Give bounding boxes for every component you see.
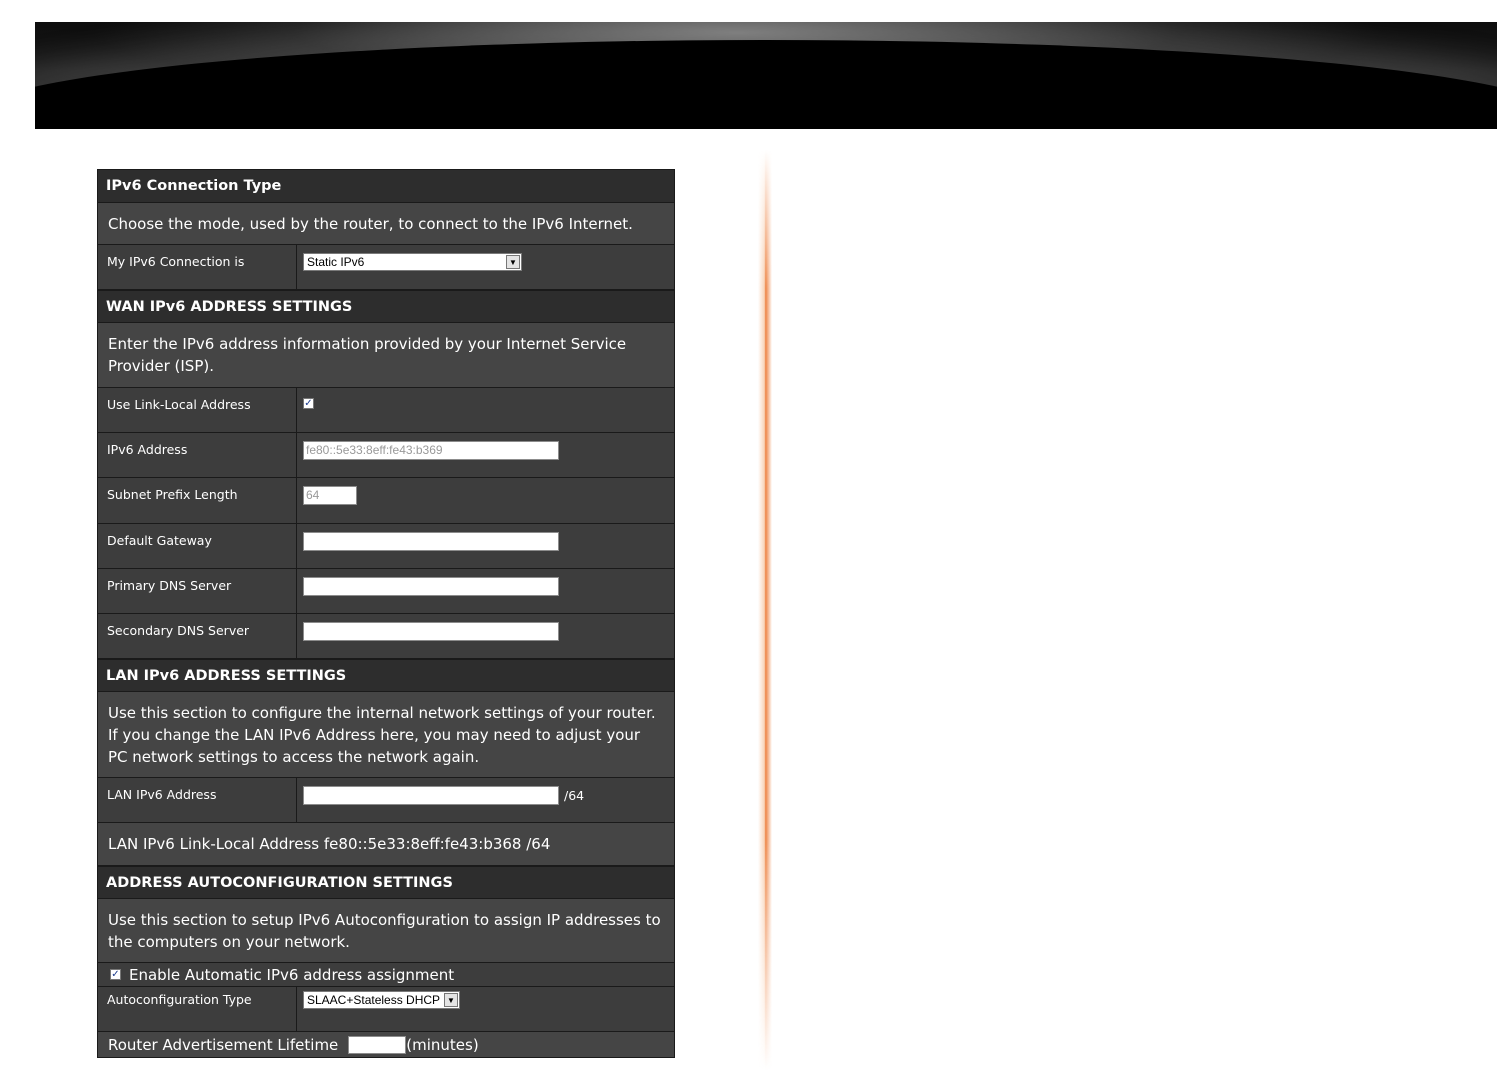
autoconfig-description: Use this section to setup IPv6 Autoconfi…: [98, 899, 674, 963]
enable-autoconfig-checkbox[interactable]: ✓: [110, 969, 121, 980]
router-advertisement-lifetime-row: Router Advertisement Lifetime (minutes): [98, 1032, 674, 1057]
connection-type-selected: Static IPv6: [307, 255, 365, 269]
primary-dns-row: Primary DNS Server: [98, 569, 674, 614]
section-header-autoconfig: ADDRESS AUTOCONFIGURATION SETTINGS: [98, 866, 674, 899]
ipv6-address-input[interactable]: fe80::5e33:8eff:fe43:b369: [303, 441, 559, 460]
checkmark-icon: ✓: [111, 968, 120, 980]
lan-ipv6-address-row: LAN IPv6 Address /64: [98, 778, 674, 823]
use-link-local-row: Use Link-Local Address ✓: [98, 388, 674, 433]
section-header-connection-type: IPv6 Connection Type: [98, 170, 674, 203]
orange-divider: [758, 150, 772, 1070]
enable-autoconfig-row: ✓ Enable Automatic IPv6 address assignme…: [98, 963, 674, 987]
autoconfig-type-value-cell: SLAAC+Stateless DHCP ▼: [297, 987, 674, 1031]
section-header-lan: LAN IPv6 ADDRESS SETTINGS: [98, 659, 674, 692]
chevron-down-icon[interactable]: ▼: [506, 255, 520, 269]
connection-type-label: My IPv6 Connection is: [98, 245, 297, 289]
lan-ipv6-address-value-cell: /64: [297, 778, 674, 822]
lan-description: Use this section to configure the intern…: [98, 692, 674, 778]
connection-type-row: My IPv6 Connection is Static IPv6 ▼: [98, 245, 674, 290]
header-banner: [35, 22, 1497, 129]
subnet-prefix-row: Subnet Prefix Length 64: [98, 478, 674, 524]
lan-ipv6-address-label: LAN IPv6 Address: [98, 778, 297, 822]
connection-type-select[interactable]: Static IPv6 ▼: [303, 253, 522, 271]
lifetime-input[interactable]: [348, 1035, 407, 1054]
default-gateway-row: Default Gateway: [98, 524, 674, 569]
secondary-dns-label: Secondary DNS Server: [98, 614, 297, 658]
ipv6-address-value-cell: fe80::5e33:8eff:fe43:b369: [297, 433, 674, 477]
lan-prefix-suffix: /64: [564, 788, 585, 803]
subnet-prefix-label: Subnet Prefix Length: [98, 478, 297, 523]
primary-dns-input[interactable]: [303, 577, 559, 596]
ipv6-settings-panel: IPv6 Connection Type Choose the mode, us…: [97, 169, 675, 1058]
connection-type-value-cell: Static IPv6 ▼: [297, 245, 674, 289]
primary-dns-label: Primary DNS Server: [98, 569, 297, 613]
use-link-local-label: Use Link-Local Address: [98, 388, 297, 432]
ipv6-address-row: IPv6 Address fe80::5e33:8eff:fe43:b369: [98, 433, 674, 478]
secondary-dns-row: Secondary DNS Server: [98, 614, 674, 659]
autoconfig-type-label: Autoconfiguration Type: [98, 987, 297, 1031]
autoconfig-type-row: Autoconfiguration Type SLAAC+Stateless D…: [98, 987, 674, 1032]
autoconfig-type-select[interactable]: SLAAC+Stateless DHCP ▼: [303, 991, 460, 1009]
lifetime-label: Router Advertisement Lifetime: [108, 1035, 339, 1054]
subnet-prefix-value-cell: 64: [297, 478, 674, 523]
enable-autoconfig-label: Enable Automatic IPv6 address assignment: [129, 965, 455, 984]
wan-description: Enter the IPv6 address information provi…: [98, 323, 674, 388]
use-link-local-checkbox[interactable]: ✓: [303, 398, 314, 409]
secondary-dns-value-cell: [297, 614, 674, 658]
chevron-down-icon[interactable]: ▼: [444, 993, 458, 1007]
default-gateway-label: Default Gateway: [98, 524, 297, 568]
lan-link-local-address: LAN IPv6 Link-Local Address fe80::5e33:8…: [98, 823, 674, 866]
section-header-wan: WAN IPv6 ADDRESS SETTINGS: [98, 290, 674, 323]
primary-dns-value-cell: [297, 569, 674, 613]
ipv6-address-label: IPv6 Address: [98, 433, 297, 477]
use-link-local-value-cell: ✓: [297, 388, 674, 432]
default-gateway-input[interactable]: [303, 532, 559, 551]
lan-ipv6-address-input[interactable]: [303, 786, 559, 805]
connection-type-description: Choose the mode, used by the router, to …: [98, 203, 674, 245]
subnet-prefix-input[interactable]: 64: [303, 486, 357, 505]
checkmark-icon: ✓: [304, 397, 313, 409]
lifetime-unit: (minutes): [406, 1035, 479, 1054]
secondary-dns-input[interactable]: [303, 622, 559, 641]
autoconfig-type-selected: SLAAC+Stateless DHCP: [307, 993, 441, 1007]
default-gateway-value-cell: [297, 524, 674, 568]
